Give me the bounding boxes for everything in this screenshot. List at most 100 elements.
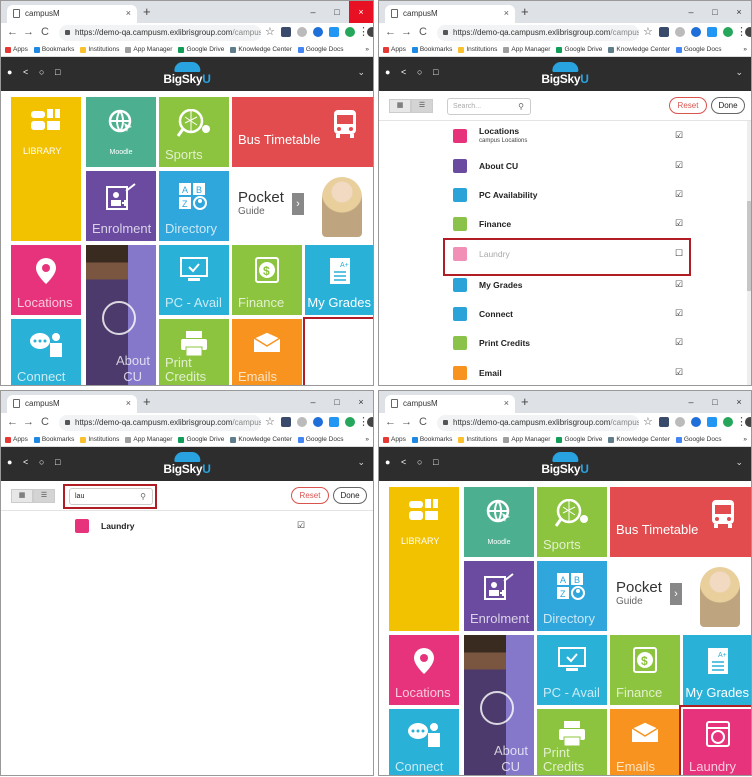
checked-checkbox[interactable]: ☑ — [297, 520, 305, 531]
reset-button[interactable]: Reset — [291, 487, 329, 504]
scrollbar-thumb[interactable] — [747, 201, 751, 291]
url-input[interactable]: https://demo-qa.campusm.exlibrisgroup.co… — [437, 25, 639, 41]
share-icon[interactable]: < — [23, 68, 32, 77]
close-tab-icon[interactable]: × — [504, 398, 509, 408]
bookmark-item[interactable]: Institutions — [458, 46, 497, 53]
bookmark-item[interactable]: Knowledge Center — [230, 436, 292, 443]
checked-checkbox[interactable]: ☑ — [675, 308, 683, 319]
close-window-button[interactable]: × — [727, 391, 751, 413]
chat-icon[interactable]: ● — [7, 68, 16, 77]
search-icon[interactable]: ○ — [39, 458, 48, 467]
bookmark-item[interactable]: Institutions — [80, 46, 119, 53]
bookmark-item[interactable]: Knowledge Center — [608, 46, 670, 53]
bookmark-star-icon[interactable]: ☆ — [265, 415, 275, 428]
tile-enrolment[interactable]: Enrolment — [464, 561, 534, 631]
share-icon[interactable]: < — [23, 458, 32, 467]
copy-icon[interactable]: □ — [433, 458, 442, 467]
tile-library[interactable]: LIBRARY — [389, 487, 459, 631]
list-view-button[interactable]: ☰ — [33, 489, 55, 503]
url-input[interactable]: https://demo-qa.campusm.exlibrisgroup.co… — [437, 415, 639, 431]
extension-icon[interactable] — [707, 417, 717, 427]
bookmarks-more-icon[interactable]: » — [365, 436, 369, 443]
browser-menu-icon[interactable]: ⋮ — [736, 25, 747, 38]
minimize-button[interactable]: – — [301, 1, 325, 23]
minimize-button[interactable]: – — [301, 391, 325, 413]
chat-icon[interactable]: ● — [385, 68, 394, 77]
bookmark-item[interactable]: Apps — [383, 436, 406, 443]
close-tab-icon[interactable]: × — [126, 398, 131, 408]
bookmark-item[interactable]: Knowledge Center — [608, 436, 670, 443]
extension-icon[interactable] — [707, 27, 717, 37]
bookmark-item[interactable]: Bookmarks — [411, 436, 452, 443]
tile-enrolment[interactable]: Enrolment — [86, 171, 156, 241]
tile-moodle[interactable]: Moodle — [464, 487, 534, 557]
extension-icon[interactable] — [329, 417, 339, 427]
list-item[interactable]: Email ☑ — [379, 359, 751, 385]
tile-sports[interactable]: Sports — [537, 487, 607, 557]
grid-view-button[interactable]: ▦ — [11, 489, 33, 503]
extension-icon[interactable] — [297, 27, 307, 37]
maximize-button[interactable]: □ — [325, 391, 349, 413]
extension-icon[interactable] — [723, 417, 733, 427]
list-item[interactable]: Laundry ☐ — [379, 238, 751, 276]
bookmark-item[interactable]: App Manager — [125, 436, 172, 443]
forward-icon[interactable]: → — [401, 416, 412, 428]
forward-icon[interactable]: → — [23, 416, 34, 428]
bookmarks-more-icon[interactable]: » — [743, 46, 747, 53]
tile-connect[interactable]: Connect — [389, 709, 459, 775]
reload-icon[interactable]: C — [41, 416, 49, 428]
done-button[interactable]: Done — [333, 487, 367, 504]
extension-icon[interactable] — [723, 27, 733, 37]
list-item[interactable]: Laundry ☑ — [1, 512, 373, 540]
tile-locations[interactable]: Locations — [389, 635, 459, 705]
tile-finance[interactable]: $ Finance — [232, 245, 302, 315]
reload-icon[interactable]: C — [419, 26, 427, 38]
chat-icon[interactable]: ● — [7, 458, 16, 467]
chevron-right-icon[interactable]: › — [670, 583, 682, 605]
tile-my-grades[interactable]: A+ My Grades — [305, 245, 373, 315]
close-window-button[interactable]: × — [727, 1, 751, 23]
list-item[interactable]: Locations campus Locations ☑ — [379, 122, 751, 154]
bookmarks-more-icon[interactable]: » — [743, 436, 747, 443]
tile-about-cu[interactable]: About CU — [86, 245, 156, 385]
checked-checkbox[interactable]: ☑ — [675, 367, 683, 378]
url-input[interactable]: https://demo-qa.campusm.exlibrisgroup.co… — [59, 25, 261, 41]
checked-checkbox[interactable]: ☑ — [675, 218, 683, 229]
bookmark-star-icon[interactable]: ☆ — [265, 25, 275, 38]
bookmark-item[interactable]: Apps — [5, 436, 28, 443]
tile-connect[interactable]: Connect — [11, 319, 81, 385]
bookmark-item[interactable]: Apps — [5, 46, 28, 53]
tile-directory[interactable]: A B Z Directory — [159, 171, 229, 241]
maximize-button[interactable]: □ — [703, 1, 727, 23]
chevron-right-icon[interactable]: › — [292, 193, 304, 215]
browser-tab[interactable]: campusM × — [385, 395, 515, 413]
extension-icon[interactable] — [297, 417, 307, 427]
tile-emails[interactable]: Emails — [610, 709, 680, 775]
back-icon[interactable]: ← — [7, 416, 18, 428]
back-icon[interactable]: ← — [385, 416, 396, 428]
bookmark-item[interactable]: Bookmarks — [33, 46, 74, 53]
bookmark-item[interactable]: Google Docs — [297, 436, 343, 443]
list-item[interactable]: Finance ☑ — [379, 210, 751, 238]
extension-icon[interactable] — [313, 27, 323, 37]
close-window-button[interactable]: × — [349, 391, 373, 413]
bookmark-item[interactable]: App Manager — [503, 46, 550, 53]
bookmark-item[interactable]: Google Drive — [556, 46, 602, 53]
close-window-button[interactable]: × — [349, 1, 373, 23]
copy-icon[interactable]: □ — [55, 68, 64, 77]
tile-directory[interactable]: A B Z Directory — [537, 561, 607, 631]
bookmark-item[interactable]: Google Drive — [556, 436, 602, 443]
bookmark-item[interactable]: Google Drive — [178, 46, 224, 53]
browser-menu-icon[interactable]: ⋮ — [358, 415, 369, 428]
browser-menu-icon[interactable]: ⋮ — [736, 415, 747, 428]
tile-bus-timetable[interactable]: Bus Timetable — [232, 97, 373, 167]
list-item[interactable]: Connect ☑ — [379, 300, 751, 328]
search-icon[interactable]: ○ — [417, 458, 426, 467]
copy-icon[interactable]: □ — [55, 458, 64, 467]
bookmark-item[interactable]: Google Docs — [675, 436, 721, 443]
close-tab-icon[interactable]: × — [126, 8, 131, 18]
bookmark-star-icon[interactable]: ☆ — [643, 415, 653, 428]
chat-icon[interactable]: ● — [385, 458, 394, 467]
extension-icon[interactable] — [313, 417, 323, 427]
tile-print-credits[interactable]: Print Credits — [159, 319, 229, 385]
